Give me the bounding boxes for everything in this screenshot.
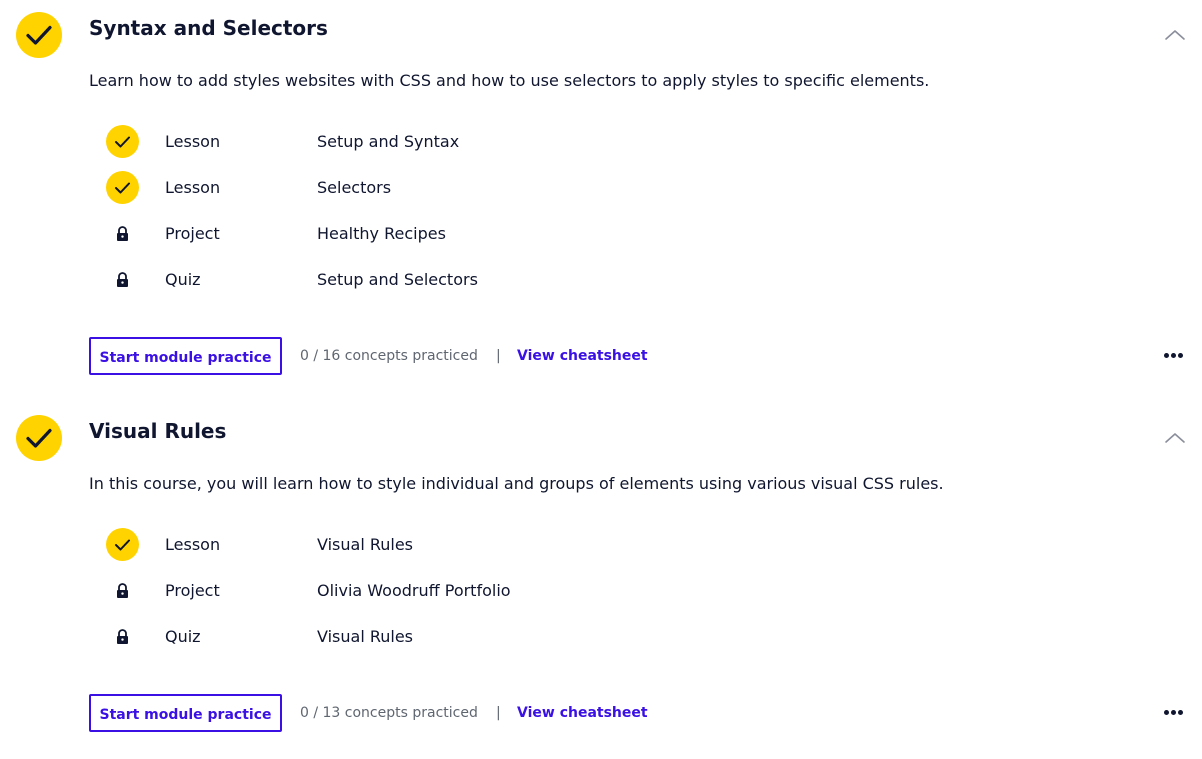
module-item-row[interactable]: Lesson Visual Rules: [0, 525, 700, 565]
item-type: Quiz: [165, 270, 201, 289]
lock-icon: [106, 620, 140, 654]
item-type: Lesson: [165, 178, 221, 197]
lock-icon: [106, 263, 140, 297]
lock-icon: [106, 574, 140, 608]
module-item-row[interactable]: Lesson Setup and Syntax: [0, 122, 700, 162]
item-type: Quiz: [165, 627, 201, 646]
item-title[interactable]: Olivia Woodruff Portfolio: [317, 579, 511, 603]
module-item-row[interactable]: Lesson Selectors: [0, 168, 700, 208]
module-item-row[interactable]: Project Olivia Woodruff Portfolio: [0, 571, 700, 611]
start-module-practice-button[interactable]: Start module practice: [89, 694, 282, 732]
item-type: Project: [165, 581, 220, 600]
separator: |: [496, 705, 501, 721]
more-options-icon[interactable]: [1164, 709, 1186, 717]
view-cheatsheet-link[interactable]: View cheatsheet: [517, 703, 648, 723]
module-title: Syntax and Selectors: [89, 16, 328, 40]
concepts-practiced-count: 0 / 13 concepts practiced: [300, 705, 478, 721]
module-item-row[interactable]: Project Healthy Recipes: [0, 214, 700, 254]
separator: |: [496, 348, 501, 364]
item-title[interactable]: Selectors: [317, 176, 391, 200]
item-type: Lesson: [165, 132, 221, 151]
item-type: Project: [165, 224, 220, 243]
item-title[interactable]: Visual Rules: [317, 533, 413, 557]
module-item-row[interactable]: Quiz Visual Rules: [0, 617, 700, 657]
more-options-icon[interactable]: [1164, 352, 1186, 360]
module-title: Visual Rules: [89, 419, 227, 443]
checkmark-icon: [106, 171, 139, 204]
module-item-row[interactable]: Quiz Setup and Selectors: [0, 260, 700, 300]
lock-icon: [106, 217, 140, 251]
checkmark-icon: [106, 125, 139, 158]
start-module-practice-button[interactable]: Start module practice: [89, 337, 282, 375]
chevron-up-icon[interactable]: [1163, 430, 1187, 446]
module-description: Learn how to add styles websites with CS…: [89, 71, 930, 90]
item-title[interactable]: Healthy Recipes: [317, 222, 446, 246]
item-title[interactable]: Setup and Syntax: [317, 130, 459, 154]
module-completed-check-icon: [16, 12, 62, 58]
view-cheatsheet-link[interactable]: View cheatsheet: [517, 346, 648, 366]
concepts-practiced-count: 0 / 16 concepts practiced: [300, 348, 478, 364]
chevron-up-icon[interactable]: [1163, 27, 1187, 43]
module-description: In this course, you will learn how to st…: [89, 474, 944, 493]
module-completed-check-icon: [16, 415, 62, 461]
item-title[interactable]: Setup and Selectors: [317, 268, 478, 292]
checkmark-icon: [106, 528, 139, 561]
item-type: Lesson: [165, 535, 221, 554]
item-title[interactable]: Visual Rules: [317, 625, 413, 649]
